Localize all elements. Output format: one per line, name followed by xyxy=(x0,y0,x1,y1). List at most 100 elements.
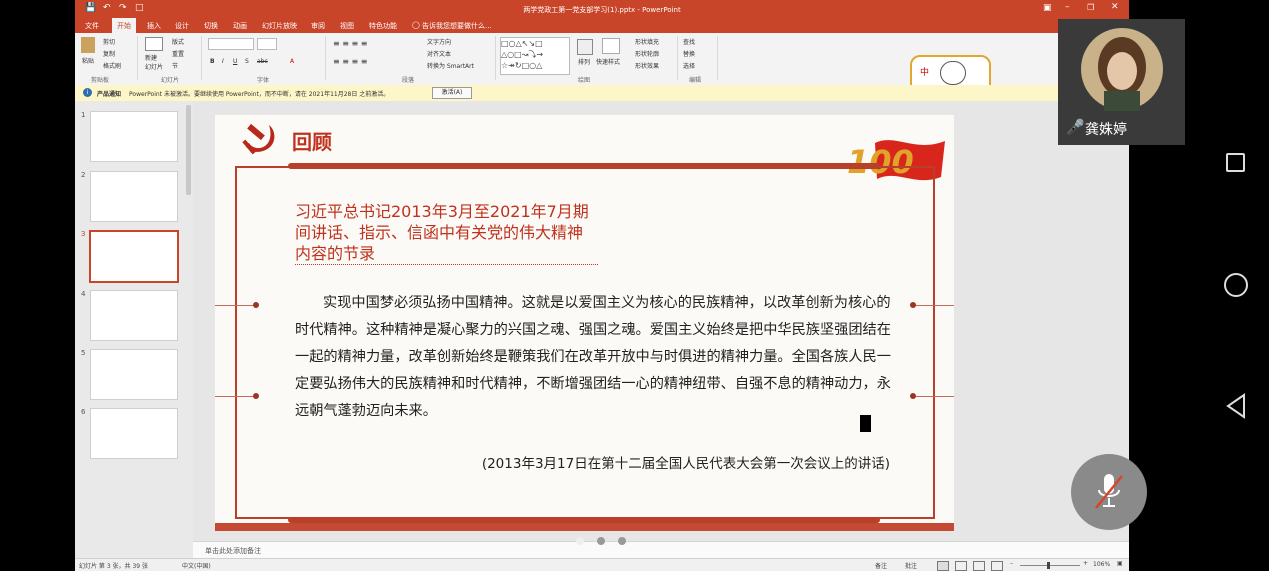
slide-footer-strip xyxy=(215,523,954,531)
shadow-icon[interactable]: S xyxy=(245,58,249,65)
slide-number: 5 xyxy=(81,349,86,357)
info-icon: i xyxy=(83,88,92,97)
tell-me-box[interactable]: 告诉我您想要做什么... xyxy=(422,21,492,31)
tab-design[interactable]: 设计 xyxy=(175,21,189,31)
tab-insert[interactable]: 插入 xyxy=(147,21,161,31)
zoom-slider[interactable] xyxy=(1020,565,1080,566)
slide-thumbnail[interactable] xyxy=(90,171,178,222)
activation-notice-bar: i 产品通知 PowerPoint 未被激活。要继续使用 PowerPoint，… xyxy=(75,85,1129,102)
select-button[interactable]: 选择 xyxy=(683,61,695,70)
slide-thumbnail[interactable] xyxy=(90,111,178,162)
zoom-out-icon[interactable]: – xyxy=(1010,560,1013,567)
italic-icon[interactable]: I xyxy=(222,58,224,65)
fit-slide-icon[interactable]: ▣ xyxy=(1117,560,1123,567)
language-indicator[interactable]: 中文(中国) xyxy=(182,561,211,570)
text-cursor xyxy=(860,415,871,432)
underline-icon[interactable]: U xyxy=(233,58,237,65)
arrange-button[interactable]: 排列 xyxy=(578,57,590,66)
tab-animations[interactable]: 动画 xyxy=(233,21,247,31)
paste-button[interactable]: 粘贴 xyxy=(82,56,94,65)
activate-button[interactable]: 激活(A) xyxy=(432,87,472,99)
slide-thumbnail[interactable] xyxy=(90,349,178,400)
format-painter-button[interactable]: 格式刷 xyxy=(103,61,121,70)
slide-number: 4 xyxy=(81,290,86,298)
reading-view-icon[interactable] xyxy=(973,561,985,571)
window-title: 两学党政工第一党支部学习(1).pptx - PowerPoint xyxy=(523,6,681,14)
strikethrough-icon[interactable]: abc xyxy=(257,58,268,65)
page-indicator-dot xyxy=(597,537,605,545)
slide-thumbnail-selected[interactable] xyxy=(89,230,179,283)
divider xyxy=(677,36,678,80)
mute-microphone-button[interactable] xyxy=(1071,454,1147,530)
slide-number: 3 xyxy=(81,230,86,238)
copy-button[interactable]: 复制 xyxy=(103,49,115,58)
paste-icon[interactable] xyxy=(81,37,95,53)
group-label-paragraph: 段落 xyxy=(402,77,415,84)
new-slide-button[interactable]: 新建 幻灯片 xyxy=(145,53,163,71)
slide-sorter-icon[interactable] xyxy=(955,561,967,571)
new-slide-icon[interactable] xyxy=(145,37,163,51)
font-name-field[interactable] xyxy=(208,38,254,50)
tab-slideshow[interactable]: 幻灯片放映 xyxy=(262,21,297,31)
font-color-icon[interactable]: A xyxy=(290,58,294,65)
quote-body: 实现中国梦必须弘扬中国精神。这就是以爱国主义为核心的民族精神，以改革创新为核心的… xyxy=(295,295,891,419)
divider xyxy=(201,36,202,80)
shapes-gallery[interactable]: □○△↖↘□ △○□↝⤵→ ☆↠↻□○△ xyxy=(500,37,570,75)
tab-transitions[interactable]: 切换 xyxy=(204,21,218,31)
replace-button[interactable]: 替换 xyxy=(683,49,695,58)
layout-button[interactable]: 版式 xyxy=(172,37,184,46)
close-icon[interactable]: ✕ xyxy=(1111,2,1119,12)
arrange-icon[interactable] xyxy=(577,39,593,55)
slide-number: 2 xyxy=(81,171,86,179)
ribbon-options-icon[interactable]: ▣ xyxy=(1043,3,1052,13)
comments-toggle[interactable]: 批注 xyxy=(905,561,917,570)
notes-placeholder: 单击此处添加备注 xyxy=(205,547,261,555)
bullets-icon[interactable]: ≡ ≡ ≡ ≡ xyxy=(333,39,367,48)
tab-home[interactable]: 开始 xyxy=(112,18,136,33)
divider xyxy=(137,36,138,80)
find-button[interactable]: 查找 xyxy=(683,37,695,46)
align-icons[interactable]: ≡ ≡ ≡ ≡ xyxy=(333,57,367,66)
tab-special[interactable]: 特色功能 xyxy=(369,21,397,31)
text-direction-button[interactable]: 文字方向 xyxy=(427,37,451,46)
group-label-editing: 编辑 xyxy=(689,77,702,84)
bold-icon[interactable]: B xyxy=(210,58,215,65)
thumbnail-scrollbar[interactable] xyxy=(186,105,191,195)
tab-review[interactable]: 审阅 xyxy=(311,21,325,31)
cut-button[interactable]: 剪切 xyxy=(103,37,115,46)
ribbon-tabs: 文件 开始 插入 设计 切换 动画 幻灯片放映 审阅 视图 特色功能 ◯ 告诉我… xyxy=(75,18,1129,33)
shape-effects-button[interactable]: 形状效果 xyxy=(635,61,659,70)
convert-smartart-button[interactable]: 转换为 SmartArt xyxy=(427,61,474,70)
tab-file[interactable]: 文件 xyxy=(85,21,99,31)
slide-thumbnail[interactable] xyxy=(90,290,178,341)
quick-styles-button[interactable]: 快速样式 xyxy=(596,57,620,66)
slide[interactable]: 回顾 100 习近平总书记2013年3月至2021年7月期间讲话、指示、信函中有… xyxy=(215,115,954,531)
slideshow-view-icon[interactable] xyxy=(991,561,1003,571)
normal-view-icon[interactable] xyxy=(937,561,949,571)
recent-apps-button[interactable] xyxy=(1226,153,1245,172)
restore-icon[interactable]: ❐ xyxy=(1087,3,1094,12)
notes-toggle[interactable]: 备注 xyxy=(875,561,887,570)
connector-line xyxy=(215,305,255,306)
font-size-field[interactable] xyxy=(257,38,277,50)
shape-fill-button[interactable]: 形状填充 xyxy=(635,37,659,46)
shape-outline-button[interactable]: 形状轮廓 xyxy=(635,49,659,58)
page-indicator-dot xyxy=(618,537,626,545)
zoom-slider-thumb[interactable] xyxy=(1047,562,1050,569)
participant-avatar xyxy=(1081,28,1163,111)
back-button[interactable] xyxy=(1225,393,1247,419)
reset-button[interactable]: 重置 xyxy=(172,49,184,58)
minimize-icon[interactable]: – xyxy=(1065,2,1070,12)
section-button[interactable]: 节 xyxy=(172,61,178,70)
zoom-in-icon[interactable]: + xyxy=(1083,560,1088,567)
party-emblem-icon xyxy=(242,123,275,155)
align-text-button[interactable]: 对齐文本 xyxy=(427,49,451,58)
zoom-level[interactable]: 106% xyxy=(1093,561,1110,568)
notice-message: PowerPoint 未被激活。要继续使用 PowerPoint，而不中断，请在… xyxy=(129,91,390,98)
slide-thumbnail[interactable] xyxy=(90,408,178,459)
home-button[interactable] xyxy=(1224,273,1248,297)
mascot-face-icon xyxy=(940,61,966,85)
notes-pane[interactable]: 单击此处添加备注 xyxy=(193,541,1129,559)
tab-view[interactable]: 视图 xyxy=(340,21,354,31)
quick-styles-icon[interactable] xyxy=(602,38,620,54)
